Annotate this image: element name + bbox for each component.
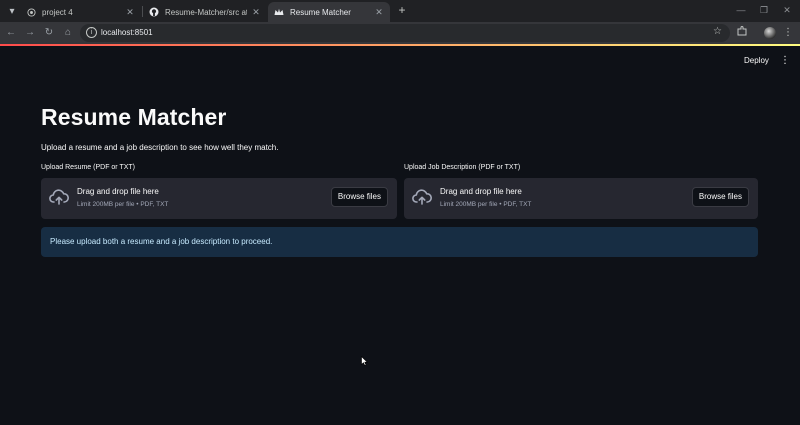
page-title: Resume Matcher xyxy=(41,104,227,130)
deploy-button[interactable]: Deploy xyxy=(744,56,769,65)
forward-arrow-icon[interactable]: → xyxy=(23,26,37,40)
job-description-uploader: Upload Job Description (PDF or TXT) Drag… xyxy=(404,164,760,219)
restore-icon[interactable]: ❐ xyxy=(757,3,771,17)
resume-uploader-label: Upload Resume (PDF or TXT) xyxy=(41,164,136,171)
job-description-uploader-label: Upload Job Description (PDF or TXT) xyxy=(404,164,521,171)
extensions-puzzle-icon[interactable] xyxy=(735,26,749,40)
home-icon[interactable]: ⌂ xyxy=(61,26,75,40)
page-subtitle: Upload a resume and a job description to… xyxy=(41,143,279,152)
reload-icon[interactable]: ↻ xyxy=(42,26,56,40)
resume-uploader: Upload Resume (PDF or TXT) Drag and drop… xyxy=(41,164,397,219)
cloud-upload-icon xyxy=(49,189,69,205)
mouse-cursor-icon xyxy=(361,356,368,366)
tab-title: Resume-Matcher/src at main · / xyxy=(165,7,247,17)
tab-resume-matcher[interactable]: Resume Matcher ✕ xyxy=(268,2,390,22)
github-icon xyxy=(149,7,159,17)
main-menu-icon[interactable]: ⋮ xyxy=(780,55,790,67)
job-description-dropzone[interactable]: Drag and drop file here Limit 200MB per … xyxy=(404,178,758,219)
browser-toolbar: ← → ↻ ⌂ i localhost:8501 ☆ ⋮ xyxy=(0,22,800,44)
drop-instructions: Drag and drop file here xyxy=(440,187,522,196)
profile-avatar[interactable] xyxy=(764,27,776,39)
cloud-upload-icon xyxy=(412,189,432,205)
browse-files-button[interactable]: Browse files xyxy=(691,187,749,207)
browse-files-button[interactable]: Browse files xyxy=(330,187,388,207)
new-tab-button[interactable]: + xyxy=(395,3,409,17)
tab-search-chevron-icon[interactable]: ▾ xyxy=(4,3,20,19)
browser-tab-strip: ▾ project 4 ✕ Resume-Matcher/src at main… xyxy=(0,0,800,22)
globe-icon xyxy=(26,7,36,17)
browser-menu-icon[interactable]: ⋮ xyxy=(781,26,795,40)
info-alert: Please upload both a resume and a job de… xyxy=(41,227,758,257)
info-alert-message: Please upload both a resume and a job de… xyxy=(50,237,273,246)
bookmark-star-icon[interactable]: ☆ xyxy=(713,26,722,37)
tab-github[interactable]: Resume-Matcher/src at main · / ✕ xyxy=(143,2,267,22)
window-close-icon[interactable]: ✕ xyxy=(780,3,794,17)
address-bar[interactable]: i localhost:8501 ☆ xyxy=(80,24,730,42)
close-tab-icon[interactable]: ✕ xyxy=(125,7,135,18)
close-tab-icon[interactable]: ✕ xyxy=(374,7,384,18)
site-info-icon[interactable]: i xyxy=(86,27,97,38)
file-limit-text: Limit 200MB per file • PDF, TXT xyxy=(440,201,532,208)
minimize-icon[interactable]: — xyxy=(734,3,748,17)
resume-dropzone[interactable]: Drag and drop file here Limit 200MB per … xyxy=(41,178,397,219)
url-text[interactable]: localhost:8501 xyxy=(101,24,153,42)
app-main: Deploy ⋮ Resume Matcher Upload a resume … xyxy=(0,46,800,425)
file-limit-text: Limit 200MB per file • PDF, TXT xyxy=(77,201,169,208)
tab-project-4[interactable]: project 4 ✕ xyxy=(20,2,141,22)
close-tab-icon[interactable]: ✕ xyxy=(251,7,261,18)
drop-instructions: Drag and drop file here xyxy=(77,187,159,196)
streamlit-crown-icon xyxy=(274,7,284,17)
tab-title: Resume Matcher xyxy=(290,7,351,17)
tab-title: project 4 xyxy=(42,7,73,17)
back-arrow-icon[interactable]: ← xyxy=(4,26,18,40)
